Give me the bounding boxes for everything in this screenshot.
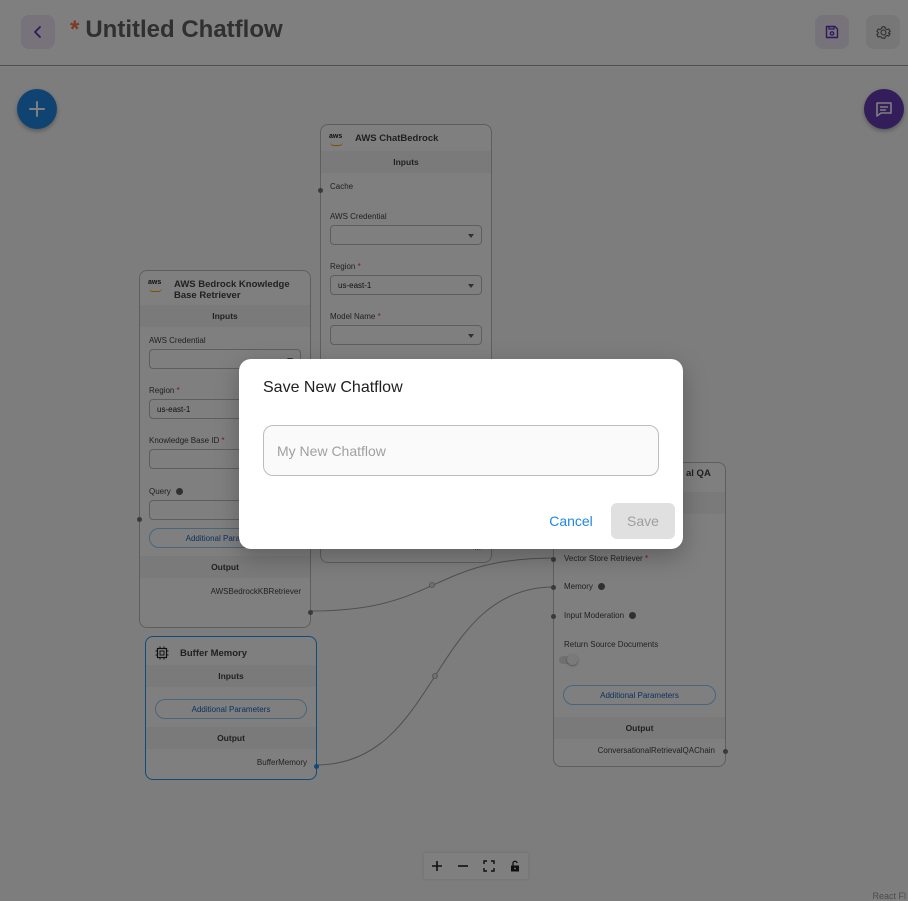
chatflow-name-input[interactable]: [263, 425, 659, 476]
save-button[interactable]: Save: [611, 503, 675, 539]
save-chatflow-dialog: Save New Chatflow Cancel Save: [239, 359, 683, 549]
dialog-title: Save New Chatflow: [263, 379, 403, 396]
cancel-button[interactable]: Cancel: [539, 503, 603, 539]
